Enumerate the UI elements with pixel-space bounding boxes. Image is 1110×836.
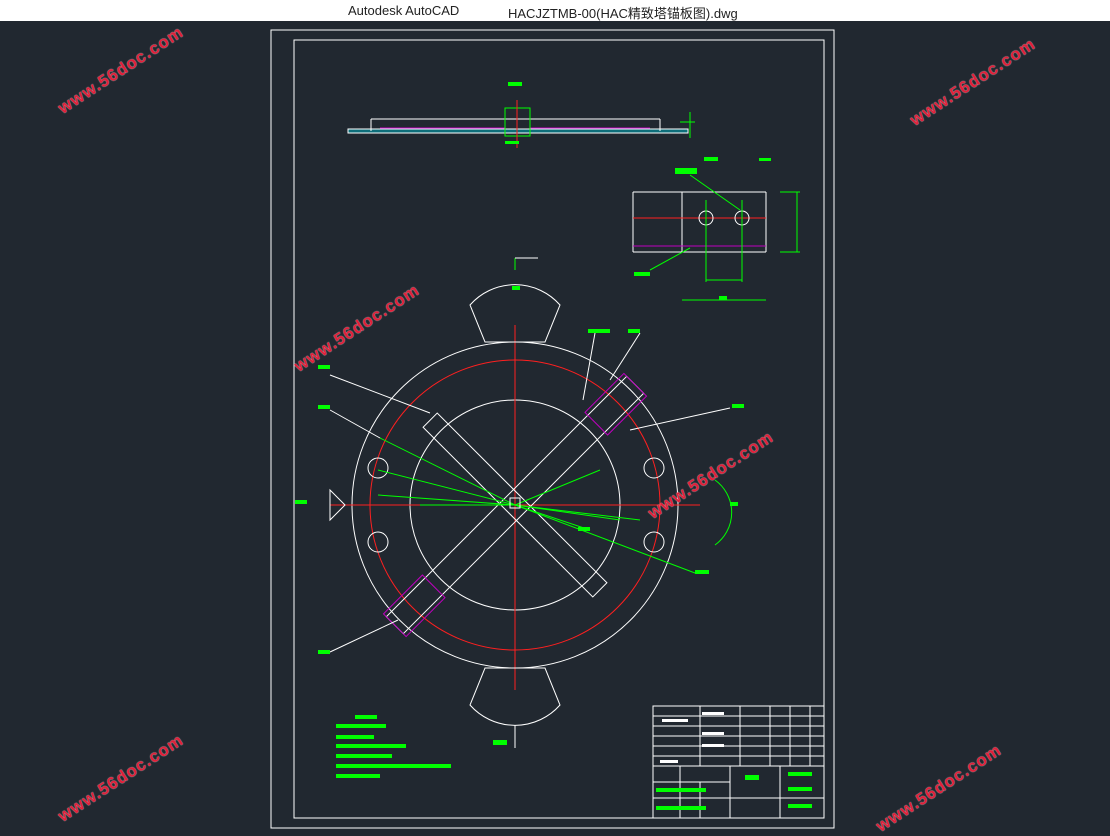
plan-labels [295, 286, 744, 745]
title-bar: Autodesk AutoCAD HACJZTMB-00(HAC精致塔锚板图).… [0, 0, 1110, 21]
app-title: Autodesk AutoCAD [348, 3, 460, 18]
title-block [652, 705, 825, 819]
sheet-outer-border [270, 29, 835, 829]
detail-view [632, 157, 800, 301]
top-section-view [347, 82, 695, 148]
technical-notes [336, 715, 451, 778]
title-block-white-text [660, 712, 724, 763]
file-title: HACJZTMB-00(HAC精致塔锚板图).dwg [508, 6, 738, 21]
title-block-text [656, 772, 812, 810]
drawing-canvas[interactable] [0, 21, 1110, 835]
